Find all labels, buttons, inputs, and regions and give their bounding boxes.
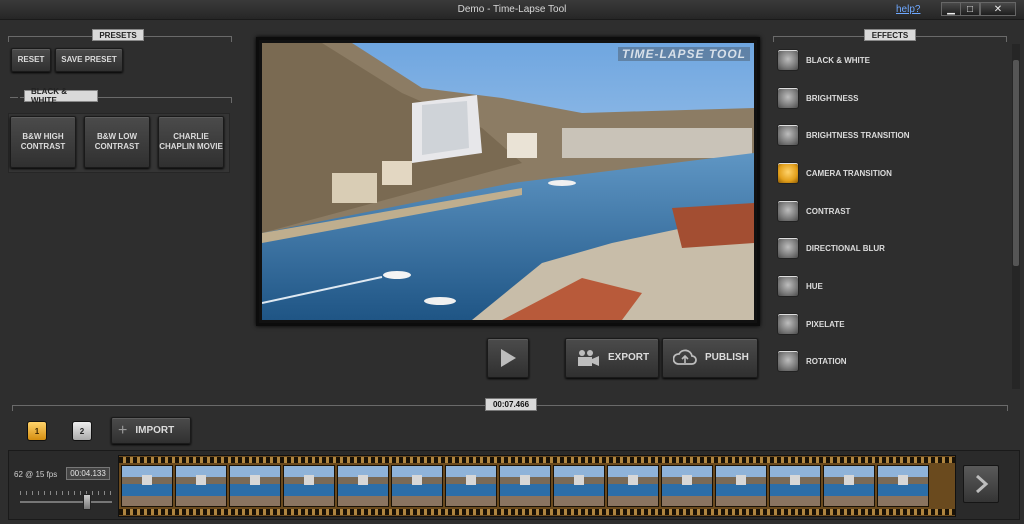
effect-brightness[interactable]: BRIGHTNESS xyxy=(777,86,1007,110)
cloud-upload-icon xyxy=(673,349,697,365)
effect-swatch-icon xyxy=(777,313,799,335)
effect-black-white[interactable]: BLACK & WHITE xyxy=(777,48,1007,72)
play-button[interactable] xyxy=(487,338,529,378)
effect-camera-transition[interactable]: CAMERA TRANSITION xyxy=(777,161,1007,185)
filmstrip-frame[interactable] xyxy=(769,465,821,507)
effect-label: BRIGHTNESS xyxy=(806,93,859,103)
import-button[interactable]: + IMPORT xyxy=(111,417,191,444)
video-preview[interactable]: TIME-LAPSE TOOL xyxy=(256,37,760,326)
effect-label: DIRECTIONAL BLUR xyxy=(806,243,885,253)
filmstrip-frame[interactable] xyxy=(229,465,281,507)
timeline-tick-right xyxy=(1007,405,1008,411)
effect-directional-blur[interactable]: DIRECTIONAL BLUR xyxy=(777,236,1007,260)
speed-slider-thumb[interactable] xyxy=(83,494,91,510)
fps-label: 62 @ 15 fps xyxy=(14,470,58,479)
effect-swatch-icon xyxy=(777,124,799,146)
next-button[interactable] xyxy=(963,465,999,503)
total-duration: 00:07.466 xyxy=(485,398,537,411)
harbor-scene-image xyxy=(262,43,754,320)
effects-tick-right xyxy=(1006,36,1007,42)
effect-swatch-icon xyxy=(777,275,799,297)
filmstrip-frame[interactable] xyxy=(175,465,227,507)
import-label: IMPORT xyxy=(135,424,175,436)
filmstrip-frame[interactable] xyxy=(715,465,767,507)
effect-swatch-active-icon xyxy=(777,162,799,184)
filmstrip-sprockets-bottom xyxy=(119,509,955,515)
effect-swatch-icon xyxy=(777,200,799,222)
presets-tick-left xyxy=(8,36,9,42)
speed-slider[interactable] xyxy=(20,501,112,503)
effect-label: CONTRAST xyxy=(806,206,851,216)
effect-brightness-transition[interactable]: BRIGHTNESS TRANSITION xyxy=(777,123,1007,147)
preset-charlie-chaplin[interactable]: CHARLIE CHAPLIN MOVIE xyxy=(158,116,224,168)
filmstrip-frame[interactable] xyxy=(121,465,173,507)
save-preset-button[interactable]: SAVE PRESET xyxy=(55,48,123,72)
play-icon xyxy=(501,349,516,367)
export-label: EXPORT xyxy=(608,352,650,363)
title-bar: Demo - Time-Lapse Tool help? ▁ □ ✕ xyxy=(0,0,1024,20)
sequence-tab-1[interactable]: 1 xyxy=(27,421,47,441)
filmstrip-frame[interactable] xyxy=(283,465,335,507)
maximize-button[interactable]: □ xyxy=(960,2,980,16)
camera-icon xyxy=(578,350,599,366)
effect-pixelate[interactable]: PIXELATE xyxy=(777,312,1007,336)
export-button[interactable]: EXPORT xyxy=(565,338,659,378)
effect-contrast[interactable]: CONTRAST xyxy=(777,199,1007,223)
filmstrip[interactable] xyxy=(118,455,956,517)
effects-section-title: EFFECTS xyxy=(864,29,916,41)
filmstrip-frame[interactable] xyxy=(553,465,605,507)
sequence-tab-2[interactable]: 2 xyxy=(72,421,92,441)
publish-button[interactable]: PUBLISH xyxy=(662,338,758,378)
minimize-button[interactable]: ▁ xyxy=(941,2,961,16)
effect-label: HUE xyxy=(806,281,823,291)
filmstrip-frames xyxy=(121,465,947,507)
close-button[interactable]: ✕ xyxy=(980,2,1016,16)
preset-bw-high-contrast[interactable]: B&W HIGH CONTRAST xyxy=(10,116,76,168)
bw-group-collapse-icon[interactable] xyxy=(10,97,18,98)
reset-button[interactable]: RESET xyxy=(11,48,51,72)
filmstrip-frame[interactable] xyxy=(823,465,875,507)
bw-group-title: BLACK & WHITE xyxy=(24,87,98,105)
effect-label: CAMERA TRANSITION xyxy=(806,168,892,178)
presets-section-title: PRESETS xyxy=(92,29,144,41)
watermark-text: TIME-LAPSE TOOL xyxy=(617,47,750,61)
filmstrip-frame[interactable] xyxy=(445,465,497,507)
publish-label: PUBLISH xyxy=(705,352,749,363)
help-link[interactable]: help? xyxy=(896,4,920,15)
filmstrip-frame[interactable] xyxy=(337,465,389,507)
frame-duration-field[interactable]: 00:04.133 xyxy=(66,467,110,480)
bw-group-tick xyxy=(231,97,232,103)
effect-label: PIXELATE xyxy=(806,319,845,329)
preset-bw-low-contrast[interactable]: B&W LOW CONTRAST xyxy=(84,116,150,168)
filmstrip-frame[interactable] xyxy=(499,465,551,507)
effect-swatch-icon xyxy=(777,49,799,71)
effects-scrollbar-thumb[interactable] xyxy=(1013,60,1019,266)
effect-rotation[interactable]: ROTATION xyxy=(777,349,1007,373)
effect-label: ROTATION xyxy=(806,356,847,366)
timeline-tick-left xyxy=(12,405,13,411)
preview-image: TIME-LAPSE TOOL xyxy=(262,43,754,320)
effect-label: BRIGHTNESS TRANSITION xyxy=(806,130,910,140)
speed-slider-ticks xyxy=(20,491,112,495)
presets-tick-right xyxy=(231,36,232,42)
plus-icon: + xyxy=(118,421,128,439)
filmstrip-frame[interactable] xyxy=(661,465,713,507)
effects-tick-left xyxy=(773,36,774,42)
chevron-right-icon xyxy=(976,474,989,494)
filmstrip-frame[interactable] xyxy=(607,465,659,507)
effect-swatch-icon xyxy=(777,87,799,109)
filmstrip-frame[interactable] xyxy=(877,465,929,507)
effect-label: BLACK & WHITE xyxy=(806,55,870,65)
effect-swatch-icon xyxy=(777,350,799,372)
filmstrip-frame[interactable] xyxy=(391,465,443,507)
effect-hue[interactable]: HUE xyxy=(777,274,1007,298)
window-title: Demo - Time-Lapse Tool xyxy=(457,4,567,15)
filmstrip-sprockets-top xyxy=(119,457,955,463)
effect-swatch-icon xyxy=(777,237,799,259)
